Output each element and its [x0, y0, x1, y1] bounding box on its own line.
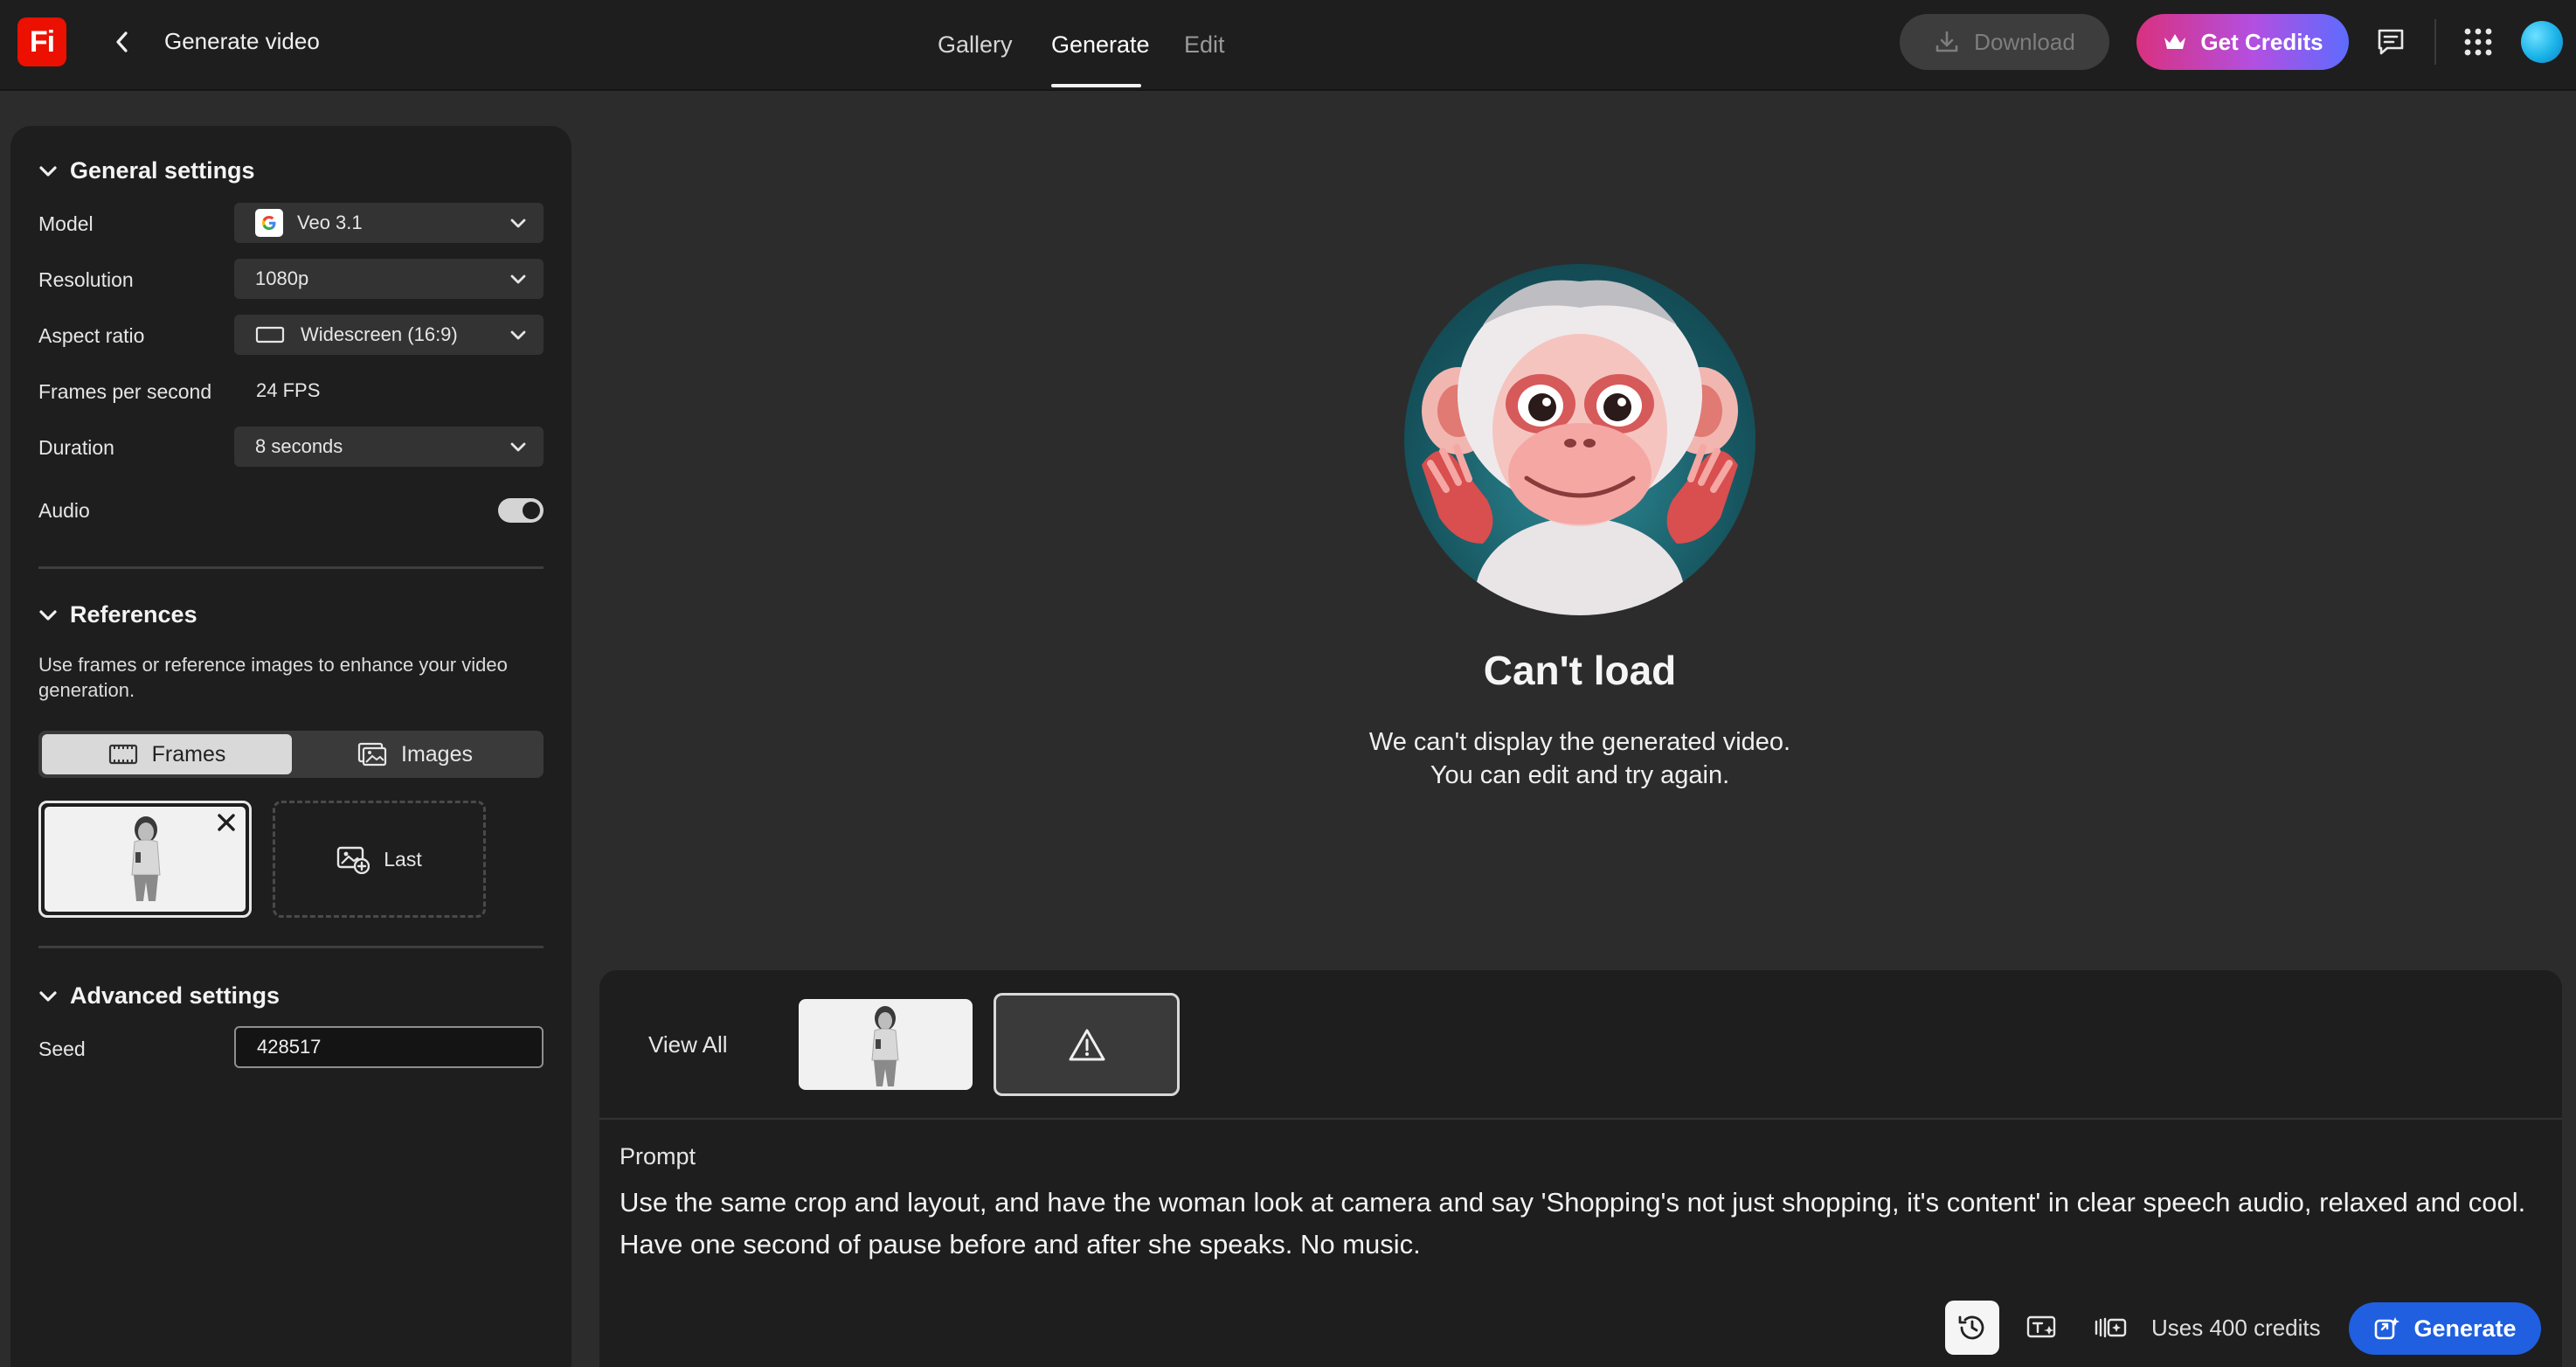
apps-grid-icon: [2464, 28, 2492, 56]
error-mascot-illustration: [1404, 264, 1755, 615]
top-bar: Fi Generate video Gallery Generate Edit …: [0, 0, 2576, 91]
close-icon: [218, 814, 235, 831]
resolution-value: 1080p: [255, 267, 309, 289]
history-icon: [1958, 1315, 1984, 1340]
advanced-settings-title: Advanced settings: [70, 982, 280, 1009]
general-settings-title: General settings: [70, 157, 255, 184]
prompt-textarea[interactable]: Use the same crop and layout, and have t…: [620, 1182, 2542, 1266]
images-icon: [357, 742, 387, 767]
tab-gallery[interactable]: Gallery: [938, 31, 1013, 59]
feedback-button[interactable]: [2370, 21, 2412, 63]
section-divider: [38, 566, 544, 569]
frames-tab[interactable]: Frames: [42, 734, 292, 774]
duration-select[interactable]: 8 seconds: [234, 427, 544, 467]
model-value: Veo 3.1: [297, 212, 363, 233]
generate-sparkle-icon: [2375, 1317, 2400, 1340]
last-frame-label: Last: [384, 847, 422, 871]
film-sparkle-icon: [2095, 1317, 2127, 1338]
chevron-down-icon: [39, 609, 57, 621]
aspect-ratio-value: Widescreen (16:9): [301, 323, 458, 345]
text-sparkle-icon: [2026, 1315, 2056, 1338]
images-tab[interactable]: Images: [290, 734, 540, 774]
aspect-ratio-select[interactable]: Widescreen (16:9): [234, 315, 544, 355]
error-message: We can't display the generated video. Yo…: [1267, 725, 1893, 792]
duration-value: 8 seconds: [255, 435, 343, 457]
advanced-settings-header[interactable]: Advanced settings: [38, 982, 280, 1010]
fps-label: Frames per second: [38, 380, 212, 403]
last-frame-slot[interactable]: Last: [273, 801, 486, 918]
audio-toggle[interactable]: [498, 498, 544, 523]
woman-photo: [871, 1006, 899, 1086]
prompt-divider: [599, 1118, 2562, 1120]
error-message-line-1: We can't display the generated video.: [1368, 728, 1791, 756]
get-credits-button[interactable]: Get Credits: [2136, 14, 2349, 70]
back-button[interactable]: [107, 26, 138, 58]
prompt-label: Prompt: [620, 1143, 696, 1169]
chevron-down-icon: [510, 274, 526, 284]
view-all-link[interactable]: View All: [648, 1031, 728, 1058]
references-description: Use frames or reference images to enhanc…: [38, 654, 508, 701]
prompt-history-button[interactable]: [1945, 1301, 1999, 1355]
model-label: Model: [38, 212, 93, 235]
chevron-down-icon: [39, 165, 57, 177]
chevron-down-icon: [510, 219, 526, 228]
download-label: Download: [1974, 28, 2075, 55]
references-header[interactable]: References: [38, 601, 197, 628]
aspect-ratio-label: Aspect ratio: [38, 324, 145, 347]
remove-frame-button[interactable]: [215, 811, 238, 834]
references-title: References: [70, 601, 197, 628]
film-frames-icon: [108, 744, 137, 765]
download-icon: [1935, 31, 1958, 52]
enhance-prompt-button[interactable]: [2015, 1301, 2069, 1355]
style-presets-button[interactable]: [2083, 1301, 2137, 1355]
chevron-down-icon: [510, 330, 526, 340]
tab-edit[interactable]: Edit: [1184, 31, 1225, 59]
widescreen-icon: [255, 326, 285, 343]
chevron-down-icon: [510, 442, 526, 452]
chat-bubble-icon: [2378, 29, 2404, 55]
crown-icon: [2164, 34, 2186, 49]
history-thumbnail[interactable]: [799, 999, 973, 1090]
generate-button[interactable]: Generate: [2349, 1302, 2541, 1355]
generate-label: Generate: [2413, 1315, 2517, 1342]
duration-label: Duration: [38, 436, 114, 459]
page-title: Generate video: [164, 28, 320, 54]
resolution-select[interactable]: 1080p: [234, 259, 544, 299]
seed-label: Seed: [38, 1037, 86, 1060]
get-credits-label: Get Credits: [2200, 28, 2323, 55]
resolution-label: Resolution: [38, 268, 134, 291]
fps-value: 24 FPS: [256, 379, 321, 401]
logo-text: Fi: [29, 24, 55, 59]
error-message-line-2: You can edit and try again.: [1430, 761, 1730, 789]
header-divider: [2434, 19, 2436, 65]
chevron-left-icon: [116, 31, 128, 52]
frames-tab-label: Frames: [151, 741, 226, 767]
credit-cost: Uses 400 credits: [2151, 1315, 2321, 1341]
add-image-icon: [337, 846, 370, 874]
images-tab-label: Images: [401, 741, 473, 767]
chevron-down-icon: [39, 990, 57, 1002]
warning-icon: [1069, 1029, 1104, 1061]
google-icon: [255, 209, 283, 237]
error-title: Can't load: [1483, 648, 1677, 693]
avatar[interactable]: [2521, 21, 2563, 63]
general-settings-header[interactable]: General settings: [38, 157, 255, 184]
active-tab-indicator: [1051, 84, 1141, 87]
app-logo[interactable]: Fi: [17, 17, 66, 66]
audio-label: Audio: [38, 499, 90, 522]
download-button[interactable]: Download: [1900, 14, 2109, 70]
reference-type-switch: Frames Images: [38, 731, 544, 778]
failed-generation-thumbnail[interactable]: [994, 993, 1180, 1096]
model-select[interactable]: Veo 3.1: [234, 203, 544, 243]
section-divider: [38, 946, 544, 948]
seed-input[interactable]: [234, 1026, 544, 1068]
tab-generate[interactable]: Generate: [1051, 31, 1150, 59]
apps-button[interactable]: [2457, 21, 2499, 63]
